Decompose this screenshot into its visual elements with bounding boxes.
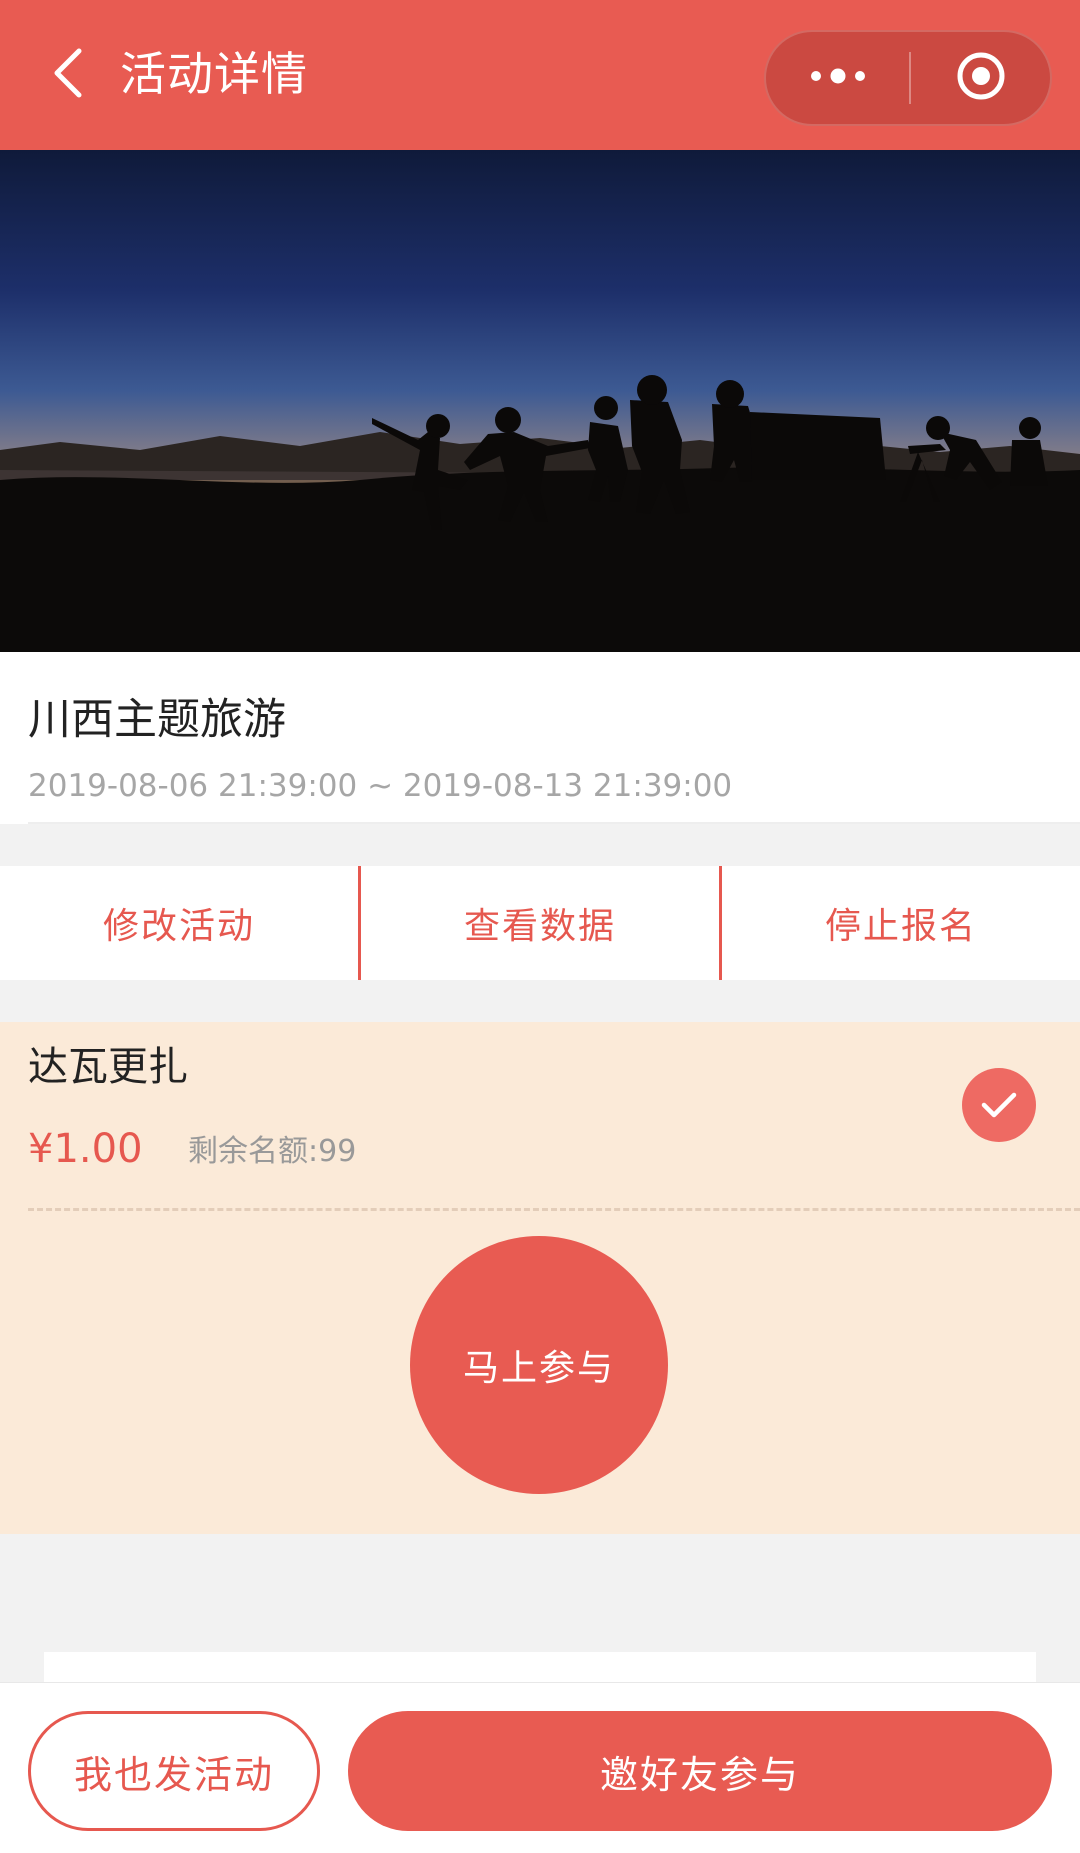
activity-actions: 修改活动 查看数据 停止报名 (0, 866, 1080, 980)
ticket-name: 达瓦更扎 (28, 1044, 188, 1090)
stop-registration-button[interactable]: 停止报名 (722, 866, 1080, 980)
invite-friends-button[interactable]: 邀好友参与 (348, 1711, 1052, 1831)
dashed-divider (28, 1208, 1080, 1211)
activity-banner-image (0, 150, 1080, 652)
activity-time-range: 2019-08-06 21:39:00 ~ 2019-08-13 21:39:0… (28, 768, 733, 804)
mini-program-capsule (764, 30, 1052, 126)
close-button[interactable] (911, 32, 1050, 124)
page-title: 活动详情 (120, 47, 308, 101)
title-bar: 活动详情 (0, 0, 1080, 150)
edit-activity-button[interactable]: 修改活动 (0, 866, 358, 980)
back-button[interactable] (34, 40, 104, 110)
ticket-remaining-quota: 剩余名额:99 (188, 1134, 357, 1169)
activity-info-card: 川西主题旅游 2019-08-06 21:39:00 ~ 2019-08-13 … (0, 652, 1080, 824)
join-now-button[interactable]: 马上参与 (410, 1236, 668, 1494)
post-activity-button[interactable]: 我也发活动 (28, 1711, 320, 1831)
selected-check-icon[interactable] (962, 1068, 1036, 1142)
bottom-action-bar: 我也发活动 邀好友参与 (0, 1682, 1080, 1853)
ticket-price: ¥1.00 (28, 1126, 143, 1172)
chevron-left-icon (49, 45, 89, 105)
activity-title: 川西主题旅游 (28, 695, 286, 745)
target-circle-icon (955, 50, 1007, 106)
ticket-option-card[interactable]: 达瓦更扎 ¥1.00 剩余名额:99 马上参与 (0, 1022, 1080, 1534)
more-dots-icon (808, 68, 868, 88)
divider (28, 822, 1080, 824)
view-data-button[interactable]: 查看数据 (361, 866, 719, 980)
more-button[interactable] (766, 32, 909, 124)
